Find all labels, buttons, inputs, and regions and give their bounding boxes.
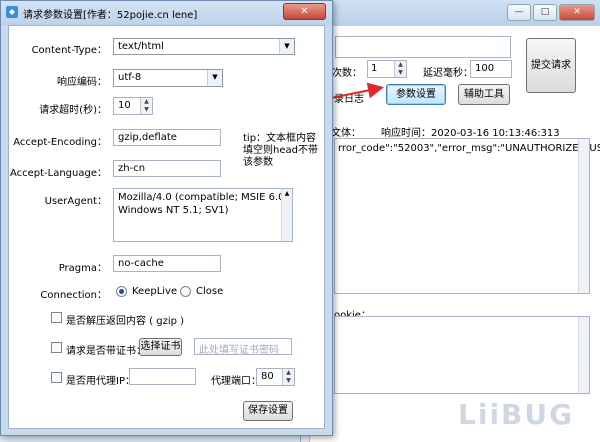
pragma-input[interactable]: no-cache: [113, 255, 221, 272]
dialog-body: Content-Type： text/html ▼ 响应编码： utf-8 ▼ …: [8, 25, 325, 429]
proxy-port-input[interactable]: 80 ▲ ▼: [256, 368, 295, 386]
user-agent-textarea[interactable]: Mozilla/4.0 (compatible; MSIE 6.0; Windo…: [113, 188, 293, 242]
proxy-ip-input[interactable]: [129, 368, 196, 385]
accept-encoding-value: gzip,deflate: [118, 132, 177, 143]
dialog-author: [作者：52pojie.cn lene]: [83, 10, 198, 21]
dialog-title: 请求参数设置: [23, 10, 83, 21]
connection-label: Connection：: [40, 290, 107, 301]
close-radio[interactable]: [180, 286, 191, 297]
user-agent-label: UserAgent：: [44, 196, 107, 207]
content-type-select[interactable]: text/html ▼: [113, 38, 295, 55]
accept-encoding-input[interactable]: gzip,deflate: [113, 129, 221, 146]
proxy-port-label: 代理端口：: [211, 376, 261, 387]
app-icon: [6, 6, 18, 18]
user-agent-line-2: Windows NT 5.1; SV1): [118, 205, 229, 216]
close-label: Close: [196, 286, 224, 297]
decompress-label: 是否解压返回内容 ( gzip ): [66, 316, 185, 327]
chevron-down-icon: ▼: [207, 70, 222, 86]
chevron-down-icon: ▼: [279, 39, 294, 54]
tip-line-3: 该参数: [243, 157, 273, 168]
cert-checkbox[interactable]: [51, 342, 62, 353]
cert-password-placeholder: 此处填写证书密码: [199, 345, 279, 355]
accept-language-value: zh-cn: [118, 163, 146, 174]
user-agent-scrollbar[interactable]: ▲: [281, 189, 292, 241]
decompress-checkbox[interactable]: [51, 312, 62, 323]
timeout-label: 请求超时(秒)：: [39, 105, 107, 116]
timeout-input[interactable]: 10 ▲ ▼: [113, 97, 153, 115]
proxy-label: 是否用代理IP：: [66, 376, 135, 387]
dialog-titlebar: 请求参数设置 [作者：52pojie.cn lene] ✕: [1, 1, 332, 25]
pragma-value: no-cache: [118, 258, 164, 269]
encoding-select[interactable]: utf-8 ▼: [113, 69, 223, 87]
keeplive-radio[interactable]: [116, 286, 127, 297]
cert-password-input[interactable]: 此处填写证书密码: [194, 338, 292, 355]
content-type-label: Content-Type：: [31, 45, 107, 56]
proxy-port-value: 80: [261, 371, 274, 382]
dialog-close-button[interactable]: ✕: [283, 3, 326, 20]
accept-language-input[interactable]: zh-cn: [113, 160, 221, 177]
proxy-port-spinner[interactable]: ▲ ▼: [282, 369, 294, 385]
encoding-value: utf-8: [118, 72, 142, 83]
timeout-spinner[interactable]: ▲ ▼: [140, 98, 152, 114]
encoding-label: 响应编码：: [57, 77, 107, 88]
timeout-value: 10: [118, 100, 131, 111]
content-type-value: text/html: [118, 41, 164, 52]
user-agent-line-1: Mozilla/4.0 (compatible; MSIE 6.0;: [118, 192, 288, 203]
save-settings-button[interactable]: 保存设置: [243, 401, 293, 421]
accept-language-label: Accept-Language：: [9, 168, 107, 179]
keeplive-label: KeepLive: [132, 286, 178, 297]
select-cert-button[interactable]: 选择证书: [139, 338, 182, 356]
accept-encoding-label: Accept-Encoding：: [13, 137, 107, 148]
cert-label: 请求是否带证书：: [66, 346, 146, 357]
pragma-label: Pragma：: [58, 263, 107, 274]
request-settings-dialog: 请求参数设置 [作者：52pojie.cn lene] ✕ Content-Ty…: [0, 0, 333, 436]
proxy-checkbox[interactable]: [51, 372, 62, 383]
